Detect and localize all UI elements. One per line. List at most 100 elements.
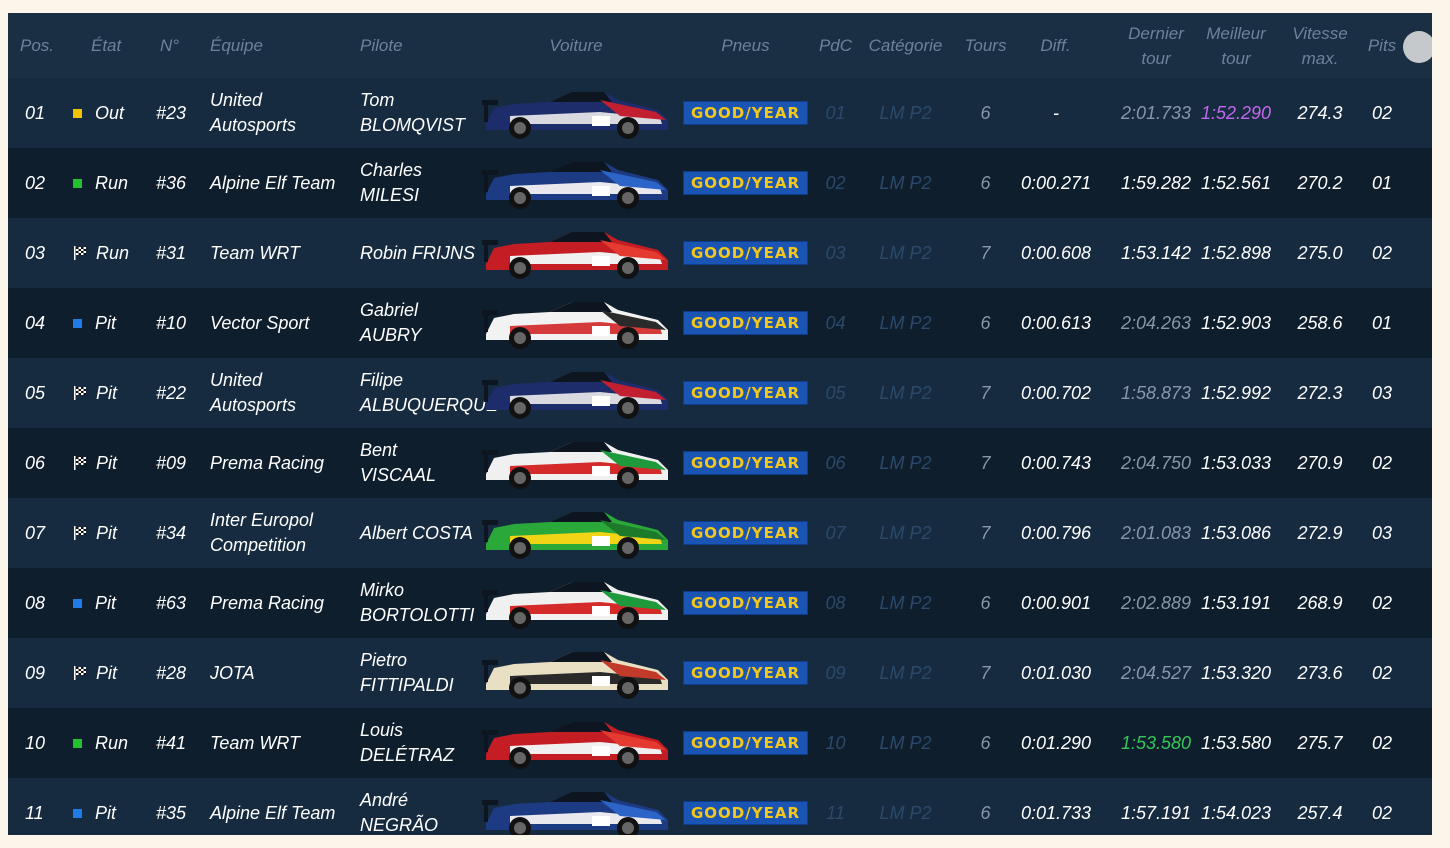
status: Pit [73, 358, 153, 428]
driver-name: Albert COSTA [360, 522, 473, 543]
pit-stops: 02 [1371, 452, 1393, 473]
table-row[interactable]: 05 Pit #22 United Autosports Filipe ALBUQUER… [8, 358, 1432, 428]
col-num[interactable]: N° [160, 13, 205, 78]
team-name: JOTA [210, 662, 255, 683]
table-row[interactable]: 07 Pit #34 Inter Europol Competition Albert … [8, 498, 1432, 568]
goodyear-logo: GOOD/YEAR [683, 591, 808, 615]
team-name: Prema Racing [210, 452, 325, 473]
class-position: 10 [825, 732, 846, 753]
goodyear-logo: GOOD/YEAR [683, 801, 808, 825]
top-speed: 273.6 [1297, 662, 1343, 683]
driver-name: Robin FRIJNS [360, 242, 476, 263]
position: 05 [25, 382, 46, 403]
car-livery-image [480, 506, 672, 560]
laps: 6 [980, 102, 991, 123]
table-row[interactable]: 10 Run #41 Team WRT Louis DELÉTRAZ GOOD/YEAR 1… [8, 708, 1432, 778]
position: 06 [25, 452, 46, 473]
status: Out [73, 78, 153, 148]
table-row[interactable]: 09 Pit #28 JOTA Pietro FITTIPALDI GOOD/YEAR 09… [8, 638, 1432, 708]
class-position: 02 [825, 172, 846, 193]
status-label: Run [96, 242, 130, 263]
table-row[interactable]: 06 Pit #09 Prema Racing Bent VISCAAL GOOD/YEA… [8, 428, 1432, 498]
last-lap: 2:02.889 [1120, 592, 1192, 613]
top-speed: 274.3 [1297, 102, 1343, 123]
table-row[interactable]: 11 Pit #35 Alpine Elf Team André NEGRÃO GOOD/… [8, 778, 1432, 835]
driver-name: Louis DELÉTRAZ [360, 720, 455, 765]
pit-stops: 01 [1371, 172, 1393, 193]
car-number: #22 [156, 382, 187, 403]
gap: - [1053, 102, 1059, 123]
position: 03 [25, 242, 46, 263]
gap: 0:00.702 [1020, 382, 1092, 403]
category: LM P2 [879, 522, 932, 543]
table-row[interactable]: 02 Run #36 Alpine Elf Team Charles MILESI GOO… [8, 148, 1432, 218]
col-pdc[interactable]: PdC [813, 13, 858, 78]
class-position: 11 [826, 802, 845, 823]
status: Run [73, 148, 153, 218]
team-name: Inter Europol Competition [210, 510, 314, 555]
pit-stops: 02 [1371, 732, 1393, 753]
col-dernier-tour[interactable]: Dernier tour [1116, 13, 1196, 78]
car-livery-image [480, 86, 672, 140]
driver-name: Gabriel AUBRY [360, 300, 422, 345]
col-pits[interactable]: Pits [1364, 13, 1400, 78]
position: 02 [25, 172, 46, 193]
laps: 6 [980, 732, 991, 753]
goodyear-logo: GOOD/YEAR [683, 171, 808, 195]
table-row[interactable]: 03 Run #31 Team WRT Robin FRIJNS GOOD/YEAR 03 L… [8, 218, 1432, 288]
blue-flag-icon [73, 808, 82, 818]
pit-stops: 02 [1371, 102, 1393, 123]
goodyear-logo: GOOD/YEAR [683, 661, 808, 685]
pit-stops: 02 [1371, 802, 1393, 823]
team-name: United Autosports [210, 90, 297, 135]
col-meilleur-tour[interactable]: Meilleur tour [1196, 13, 1276, 78]
col-pos[interactable]: Pos. [20, 13, 75, 78]
col-vitesse-max[interactable]: Vitesse max. [1280, 13, 1360, 78]
table-row[interactable]: 01 Out #23 United Autosports Tom BLOMQVIST GO… [8, 78, 1432, 148]
category: LM P2 [879, 382, 932, 403]
car-livery-image [480, 366, 672, 420]
gap: 0:00.271 [1020, 172, 1092, 193]
blue-flag-icon [73, 318, 82, 328]
status-label: Pit [95, 802, 117, 823]
category: LM P2 [879, 662, 932, 683]
driver-name: Charles MILESI [360, 160, 423, 205]
position: 10 [25, 732, 46, 753]
best-lap: 1:53.191 [1200, 592, 1272, 613]
best-lap: 1:52.290 [1200, 102, 1272, 123]
laps: 7 [980, 522, 991, 543]
col-tours[interactable]: Tours [958, 13, 1013, 78]
top-speed: 258.6 [1297, 312, 1343, 333]
col-categorie[interactable]: Catégorie [863, 13, 948, 78]
top-speed: 272.3 [1297, 382, 1343, 403]
car-number: #63 [156, 592, 187, 613]
category: LM P2 [879, 242, 932, 263]
pit-stops: 03 [1371, 382, 1393, 403]
position: 07 [25, 522, 46, 543]
col-pneus: Pneus [721, 36, 770, 55]
team-name: Alpine Elf Team [210, 802, 336, 823]
last-lap: 2:04.527 [1120, 662, 1192, 683]
status-label: Run [95, 172, 129, 193]
col-etat[interactable]: État [91, 13, 161, 78]
status-label: Pit [95, 312, 117, 333]
status: Pit [73, 288, 153, 358]
status-label: Pit [96, 662, 118, 683]
scroll-handle[interactable] [1403, 31, 1432, 63]
pit-stops: 01 [1371, 312, 1393, 333]
category: LM P2 [879, 452, 932, 473]
driver-name: Tom BLOMQVIST [360, 90, 466, 135]
col-diff[interactable]: Diff. [1018, 13, 1093, 78]
last-lap: 1:53.142 [1120, 242, 1192, 263]
top-speed: 275.0 [1297, 242, 1343, 263]
gap: 0:00.901 [1020, 592, 1092, 613]
gap: 0:01.290 [1020, 732, 1092, 753]
goodyear-logo: GOOD/YEAR [683, 101, 808, 125]
table-row[interactable]: 08 Pit #63 Prema Racing Mirko BORTOLOTTI GOOD… [8, 568, 1432, 638]
col-pilote[interactable]: Pilote [360, 13, 470, 78]
goodyear-logo: GOOD/YEAR [683, 521, 808, 545]
status-label: Pit [95, 592, 117, 613]
best-lap: 1:53.033 [1200, 452, 1272, 473]
col-equipe[interactable]: Équipe [210, 13, 340, 78]
table-row[interactable]: 04 Pit #10 Vector Sport Gabriel AUBRY GOOD/YE… [8, 288, 1432, 358]
